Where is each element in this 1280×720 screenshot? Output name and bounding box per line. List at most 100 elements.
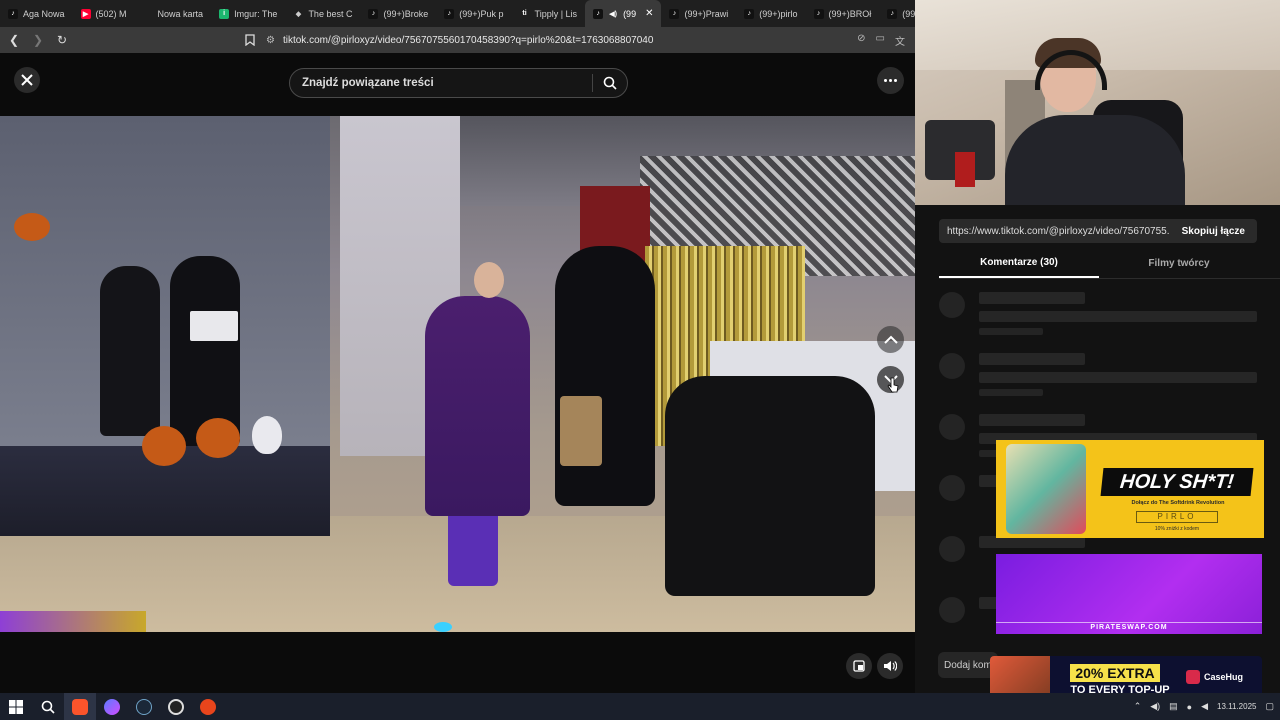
skeleton-line: [979, 372, 1257, 383]
browser-tab[interactable]: ♪ (99+)BROł: [806, 0, 880, 27]
steam-logo: [136, 698, 152, 715]
casehug-logo: CaseHug: [1186, 670, 1243, 684]
video-scene-person: [170, 256, 240, 446]
back-icon[interactable]: ❮: [4, 30, 24, 50]
notifications-icon[interactable]: ▢: [1265, 701, 1274, 712]
youtube-icon: ▶: [80, 8, 91, 19]
tab-creator-videos[interactable]: Filmy twórcy: [1099, 249, 1259, 278]
comment-input[interactable]: Dodaj komentarz...: [938, 652, 998, 678]
blank-tab-icon: [143, 9, 153, 19]
tab-label: (99+)Ohł: [902, 8, 915, 19]
browser-tab[interactable]: ♪ (99+)Broke: [360, 0, 436, 27]
brave-logo: [72, 698, 88, 715]
share-link[interactable]: https://www.tiktok.com/@pirloxyz/video/7…: [939, 226, 1170, 237]
network-icon[interactable]: ▤: [1169, 701, 1178, 712]
forward-icon[interactable]: ❯: [28, 30, 48, 50]
tab-label: (99+)BROł: [828, 8, 872, 19]
skeleton-line: [979, 353, 1085, 365]
panel-tabs: Komentarze (30) Filmy twórcy: [939, 249, 1280, 279]
video-scene-pumpkin: [142, 426, 186, 466]
skeleton-line: [979, 328, 1043, 335]
tab-label: Aga Nowa: [23, 8, 65, 19]
ad-big-text: 20% EXTRA: [1070, 664, 1160, 682]
browser-tab[interactable]: Nowa karta: [135, 0, 212, 27]
search-icon[interactable]: [593, 76, 627, 90]
diamond-icon: ◆: [295, 10, 302, 18]
volume-button[interactable]: [877, 653, 903, 679]
chevron-up-icon[interactable]: ⌃: [1134, 701, 1142, 712]
related-search[interactable]: Znajdź powiązane treści: [289, 68, 628, 98]
skeleton-line: [979, 311, 1257, 322]
address-bar-row: ❮ ❯ ↻ ⚙ tiktok.com/@pirloxyz/video/75670…: [0, 27, 915, 53]
app-icon[interactable]: [192, 693, 224, 720]
address-bar[interactable]: ⚙ tiktok.com/@pirloxyz/video/75670755601…: [266, 35, 857, 46]
browser-tab[interactable]: ti Tipply | Lis: [512, 0, 586, 27]
windows-start-icon[interactable]: [0, 693, 32, 720]
clock-date[interactable]: 13.11.2025: [1217, 702, 1256, 712]
search-input[interactable]: Znajdź powiązane treści: [290, 77, 592, 89]
previous-video-button[interactable]: [877, 326, 904, 353]
skeleton-avatar: [939, 414, 965, 440]
tiktok-icon: ♪: [813, 8, 824, 19]
skeleton-avatar: [939, 597, 965, 623]
comment-skeleton: [939, 292, 1259, 342]
wallet-icon[interactable]: ⊘: [857, 33, 865, 48]
ad-discount: 10% zniżki z kodem: [1154, 526, 1200, 532]
ad-brand: PIRATESWAP.COM: [1090, 624, 1168, 631]
browser-tab-active[interactable]: ♪ ◀) (99 ✕: [585, 0, 662, 27]
more-options-button[interactable]: [877, 67, 904, 94]
close-tab-icon[interactable]: ✕: [645, 8, 653, 19]
screen: ♪ Aga Nowa ▶ (502) M Nowa karta i Imgur: Th…: [0, 0, 1280, 720]
skeleton-avatar: [939, 353, 965, 379]
tiktok-icon: ♪: [887, 8, 898, 19]
bookmark-icon[interactable]: [242, 32, 258, 48]
browser-tab[interactable]: ▶ (502) M: [73, 0, 135, 27]
browser-tab[interactable]: ◆ The best C: [285, 0, 360, 27]
reload-icon[interactable]: ↻: [52, 30, 72, 50]
ad-promo-code: PIRLO: [1136, 511, 1218, 523]
tab-comments[interactable]: Komentarze (30): [939, 249, 1099, 278]
site-settings-icon[interactable]: ⚙: [266, 35, 275, 46]
translate-icon[interactable]: 文: [895, 33, 905, 48]
dot: [889, 79, 892, 82]
browser-tab[interactable]: ♪ (99+)pirlo: [736, 0, 805, 27]
brave-browser-icon[interactable]: [64, 693, 96, 720]
webcam-overlay: [915, 0, 1280, 205]
microphone-icon[interactable]: ●: [1187, 702, 1192, 712]
browser-tab[interactable]: ♪ (99+)Prawi: [661, 0, 736, 27]
skeleton-avatar: [939, 475, 965, 501]
obs-icon[interactable]: [160, 693, 192, 720]
video-player: Znajdź powiązane treści: [0, 53, 917, 693]
messenger-icon[interactable]: [96, 693, 128, 720]
dot: [894, 79, 897, 82]
speaker-icon[interactable]: ◀): [608, 9, 618, 19]
mouse-cursor-icon: [887, 377, 899, 393]
video-scene-head: [474, 262, 504, 298]
tiktok-icon: ♪: [8, 8, 18, 19]
skeleton-line: [979, 414, 1085, 426]
app-logo: [200, 698, 216, 715]
steam-icon[interactable]: [128, 693, 160, 720]
tiktok-icon: ♪: [669, 8, 680, 19]
pip-button[interactable]: [846, 653, 872, 679]
volume-icon[interactable]: ◀: [1201, 701, 1208, 712]
browser-tab[interactable]: ♪ (99+)Ohł: [879, 0, 915, 27]
video-scene-light: [434, 622, 452, 632]
browser-tab[interactable]: ♪ (99+)Puk p: [436, 0, 511, 27]
browser-tab[interactable]: ♪ Aga Nowa: [0, 0, 73, 27]
video-scene-costume: [425, 296, 530, 516]
tab-label: (99: [623, 8, 637, 19]
tiktok-icon: ♪: [444, 8, 455, 19]
ad-headline: HOLY SH*T!: [1100, 468, 1254, 496]
close-button[interactable]: [14, 67, 40, 93]
reader-icon[interactable]: ▭: [876, 33, 885, 48]
video-frame[interactable]: [0, 116, 917, 632]
tab-label: (99+)Broke: [383, 8, 429, 19]
video-scene-wall: [0, 116, 330, 476]
video-scene-person: [100, 266, 160, 436]
browser-tab-strip: ♪ Aga Nowa ▶ (502) M Nowa karta i Imgur: Th…: [0, 0, 915, 27]
copy-link-button[interactable]: Skopiuj łącze: [1170, 226, 1257, 237]
speaker-icon[interactable]: ◀): [1150, 701, 1160, 712]
browser-tab[interactable]: i Imgur: The: [211, 0, 285, 27]
search-icon[interactable]: [32, 693, 64, 720]
